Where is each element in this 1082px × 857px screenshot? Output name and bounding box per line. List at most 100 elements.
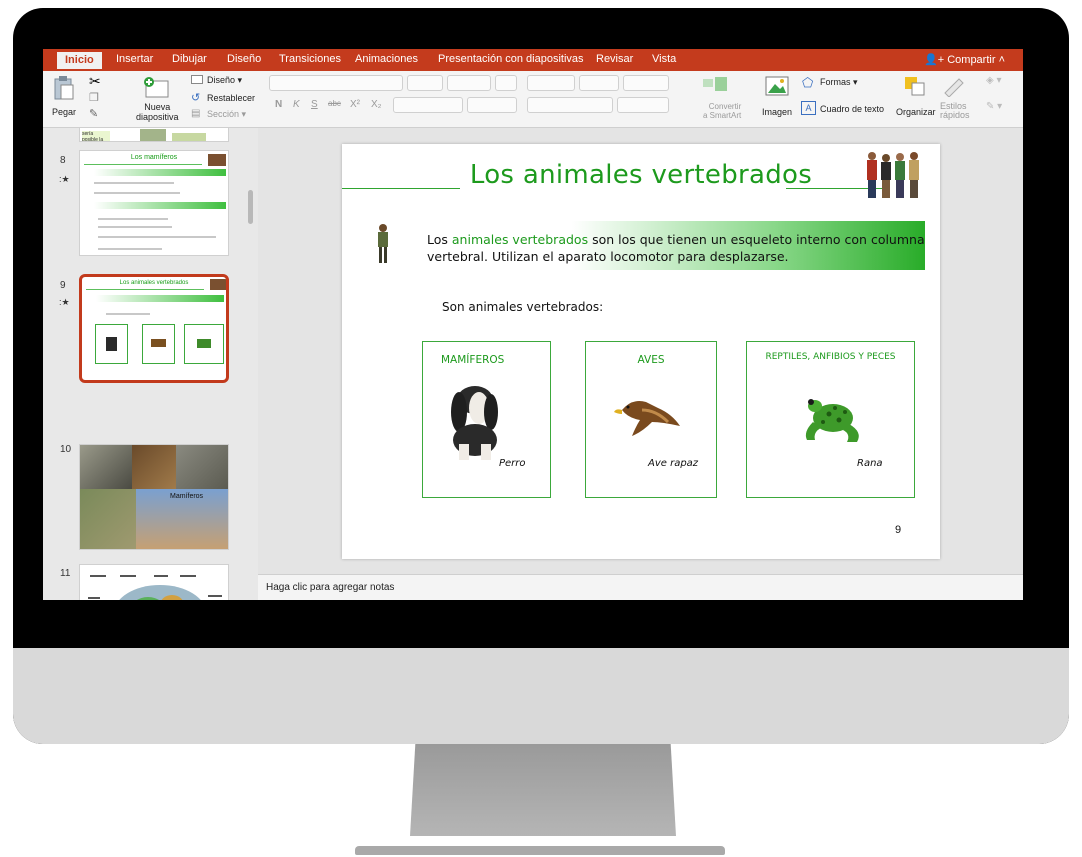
thumbnail-line bbox=[106, 313, 150, 315]
arrange-icon[interactable] bbox=[903, 75, 929, 97]
outline-color-icon[interactable]: ✎ ▾ bbox=[986, 101, 1002, 112]
arrange-label[interactable]: Organizar bbox=[896, 107, 936, 117]
image-label[interactable]: Imagen bbox=[762, 107, 792, 117]
fill-color-icon[interactable]: ◈ ▾ bbox=[986, 75, 1002, 86]
thumbnail-bar bbox=[96, 295, 224, 302]
strikethrough-button[interactable]: abc bbox=[328, 99, 341, 108]
card-title: REPTILES, ANFIBIOS Y PECES bbox=[765, 352, 896, 362]
elephant-anatomy-diagram bbox=[88, 575, 222, 600]
notes-placeholder[interactable]: Haga clic para agregar notas bbox=[266, 582, 394, 593]
bold-button[interactable]: N bbox=[275, 99, 282, 110]
card-caption: Ave rapaz bbox=[648, 458, 699, 469]
tab-revisar[interactable]: Revisar bbox=[596, 53, 633, 65]
tab-inicio[interactable]: Inicio bbox=[57, 52, 102, 69]
card-title: MAMÍFEROS bbox=[441, 354, 505, 366]
reset-button[interactable]: Restablecer bbox=[207, 93, 255, 103]
line-spacing-buttons[interactable] bbox=[623, 75, 669, 91]
thumbnail-rule bbox=[86, 289, 204, 290]
bird-of-prey-image bbox=[614, 401, 680, 436]
tab-presentacion[interactable]: Presentación con diapositivas bbox=[438, 53, 584, 65]
thumbnail-title: Los animales vertebrados bbox=[119, 280, 189, 286]
thumbnail-rule bbox=[84, 164, 202, 165]
textbox-label[interactable]: Cuadro de texto bbox=[820, 104, 884, 114]
subscript-button[interactable]: X₂ bbox=[371, 99, 382, 110]
char-spacing-buttons[interactable] bbox=[393, 97, 463, 113]
convert-smartart-label[interactable]: Convertir a SmartArt bbox=[703, 102, 741, 120]
smartart-icon[interactable] bbox=[701, 75, 731, 95]
thumbnail-photo bbox=[80, 445, 132, 489]
add-person-icon: 👤+ bbox=[924, 54, 948, 66]
shapes-button[interactable]: Formas ▾ bbox=[820, 77, 858, 88]
superscript-button[interactable]: X² bbox=[350, 99, 360, 110]
thumbnail-line bbox=[94, 192, 180, 194]
layout-button[interactable]: Diseño ▾ bbox=[207, 75, 242, 86]
slide-thumbnail-9[interactable]: Los animales vertebrados bbox=[79, 274, 229, 383]
monitor-stand bbox=[410, 744, 676, 836]
indent-buttons[interactable] bbox=[579, 75, 619, 91]
thumbnail-photo bbox=[176, 445, 228, 489]
list-buttons[interactable] bbox=[527, 75, 575, 91]
tab-insertar[interactable]: Insertar bbox=[116, 53, 153, 65]
intro-text[interactable]: Los animales vertebrados son los que tie… bbox=[427, 231, 927, 265]
people-group-image bbox=[867, 152, 919, 198]
thumbnail-scrollbar[interactable] bbox=[248, 190, 253, 224]
thumbnail-line bbox=[98, 226, 172, 228]
layout-icon bbox=[191, 75, 203, 84]
thumbnail-card bbox=[184, 324, 224, 364]
title-rule-left bbox=[342, 188, 460, 189]
text-direction-buttons[interactable] bbox=[617, 97, 669, 113]
frog-image bbox=[805, 399, 859, 442]
share-button[interactable]: 👤+ Compartir ˄ bbox=[924, 53, 1005, 66]
thumbnail-card bbox=[95, 324, 128, 364]
slide-thumbnail-7[interactable]: sería posible la vida bbox=[79, 128, 229, 142]
card-aves[interactable]: AVES Ave rapaz bbox=[585, 341, 717, 498]
paste-icon[interactable] bbox=[53, 75, 75, 101]
font-size-buttons[interactable] bbox=[447, 75, 491, 91]
copy-icon[interactable]: ❐ bbox=[89, 91, 99, 104]
card-title: AVES bbox=[637, 354, 665, 366]
font-color-buttons[interactable] bbox=[467, 97, 517, 113]
slide-thumbnail-8[interactable]: Los mamíferos bbox=[79, 150, 229, 256]
italic-button[interactable]: K bbox=[293, 99, 300, 110]
new-slide-icon[interactable] bbox=[140, 75, 170, 99]
people-icon bbox=[208, 154, 226, 166]
intro-highlight: animales vertebrados bbox=[451, 232, 589, 247]
current-slide[interactable]: Los animales vertebrados Los animales ve… bbox=[342, 144, 940, 559]
share-label: Compartir bbox=[947, 54, 996, 66]
section-icon: ▤ bbox=[191, 108, 201, 119]
cut-icon[interactable]: ✂ bbox=[89, 73, 101, 90]
notes-pane[interactable]: Haga clic para agregar notas bbox=[258, 574, 1023, 600]
tab-diseno[interactable]: Diseño bbox=[227, 53, 261, 65]
card-caption: Rana bbox=[857, 458, 883, 469]
tab-transiciones[interactable]: Transiciones bbox=[279, 53, 341, 65]
slide-thumbnail-10[interactable]: Mamíferos bbox=[79, 444, 229, 550]
slide-thumbnail-11[interactable] bbox=[79, 564, 229, 600]
thumbnail-title: Mamíferos bbox=[170, 493, 204, 500]
quick-styles-icon[interactable] bbox=[941, 75, 967, 97]
image-icon[interactable] bbox=[765, 75, 791, 97]
tab-dibujar[interactable]: Dibujar bbox=[172, 53, 207, 65]
animation-star-icon: :★ bbox=[59, 174, 70, 184]
paste-label[interactable]: Pegar bbox=[52, 107, 76, 117]
font-size-select[interactable] bbox=[407, 75, 443, 91]
new-slide-label[interactable]: Nueva diapositiva bbox=[136, 102, 179, 122]
card-reptiles-anfibios-peces[interactable]: REPTILES, ANFIBIOS Y PECES Rana bbox=[746, 341, 915, 498]
thumbnail-card bbox=[142, 324, 175, 364]
card-mamiferos[interactable]: MAMÍFEROS Perro bbox=[422, 341, 551, 498]
tab-animaciones[interactable]: Animaciones bbox=[355, 53, 418, 65]
dog-image bbox=[451, 386, 498, 460]
ribbon-home: Pegar ✂ ❐ ✎ Nueva diapositiva Diseño ▾ ↺… bbox=[43, 71, 1023, 128]
chevron-up-icon: ˄ bbox=[995, 54, 1005, 66]
slide-thumbnail-pane[interactable]: sería posible la vida 8 :★ Los mamíferos… bbox=[43, 128, 258, 600]
align-buttons[interactable] bbox=[527, 97, 613, 113]
quick-styles-label[interactable]: Estilos rápidos bbox=[940, 102, 970, 120]
font-name-select[interactable] bbox=[269, 75, 403, 91]
section-button[interactable]: Sección ▾ bbox=[207, 109, 246, 120]
subheading[interactable]: Son animales vertebrados: bbox=[442, 300, 603, 314]
format-painter-icon[interactable]: ✎ bbox=[89, 107, 98, 120]
underline-button[interactable]: S bbox=[311, 99, 318, 110]
slide-title[interactable]: Los animales vertebrados bbox=[342, 160, 940, 190]
clear-format-button[interactable] bbox=[495, 75, 517, 91]
textbox-icon: A bbox=[801, 101, 816, 115]
tab-vista[interactable]: Vista bbox=[652, 53, 676, 65]
